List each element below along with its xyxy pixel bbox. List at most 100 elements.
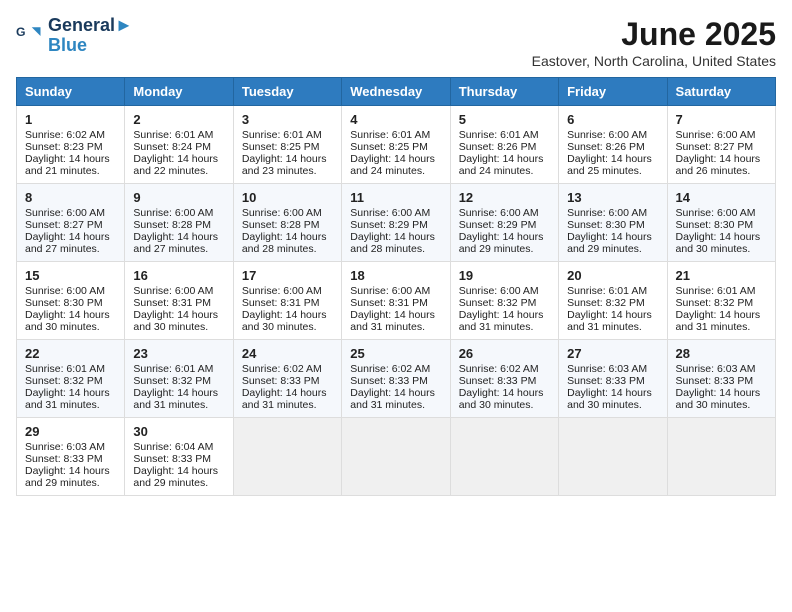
sunset-label: Sunset: 8:27 PM xyxy=(25,219,103,231)
calendar-cell: 26 Sunrise: 6:02 AM Sunset: 8:33 PM Dayl… xyxy=(450,340,558,418)
daylight-label: Daylight: 14 hours and 30 minutes. xyxy=(567,387,652,411)
daylight-label: Daylight: 14 hours and 31 minutes. xyxy=(25,387,110,411)
sunrise-label: Sunrise: 6:00 AM xyxy=(459,285,539,297)
sunset-label: Sunset: 8:30 PM xyxy=(567,219,645,231)
sunset-label: Sunset: 8:25 PM xyxy=(242,141,320,153)
sunrise-label: Sunrise: 6:02 AM xyxy=(350,363,430,375)
sunrise-label: Sunrise: 6:03 AM xyxy=(25,441,105,453)
calendar-cell: 3 Sunrise: 6:01 AM Sunset: 8:25 PM Dayli… xyxy=(233,106,341,184)
day-number: 11 xyxy=(350,190,441,205)
calendar-cell: 17 Sunrise: 6:00 AM Sunset: 8:31 PM Dayl… xyxy=(233,262,341,340)
sunset-label: Sunset: 8:33 PM xyxy=(25,453,103,465)
sunset-label: Sunset: 8:32 PM xyxy=(25,375,103,387)
calendar-cell xyxy=(233,418,341,496)
daylight-label: Daylight: 14 hours and 30 minutes. xyxy=(676,387,761,411)
daylight-label: Daylight: 14 hours and 21 minutes. xyxy=(25,153,110,177)
daylight-label: Daylight: 14 hours and 31 minutes. xyxy=(676,309,761,333)
sunset-label: Sunset: 8:24 PM xyxy=(133,141,211,153)
calendar-cell xyxy=(342,418,450,496)
daylight-label: Daylight: 14 hours and 25 minutes. xyxy=(567,153,652,177)
daylight-label: Daylight: 14 hours and 30 minutes. xyxy=(25,309,110,333)
daylight-label: Daylight: 14 hours and 30 minutes. xyxy=(242,309,327,333)
calendar-week: 15 Sunrise: 6:00 AM Sunset: 8:30 PM Dayl… xyxy=(17,262,776,340)
calendar-header: SundayMondayTuesdayWednesdayThursdayFrid… xyxy=(17,78,776,106)
day-number: 20 xyxy=(567,268,658,283)
sunset-label: Sunset: 8:32 PM xyxy=(567,297,645,309)
daylight-label: Daylight: 14 hours and 23 minutes. xyxy=(242,153,327,177)
svg-text:G: G xyxy=(16,25,26,39)
calendar-cell: 6 Sunrise: 6:00 AM Sunset: 8:26 PM Dayli… xyxy=(559,106,667,184)
day-number: 22 xyxy=(25,346,116,361)
calendar-cell: 28 Sunrise: 6:03 AM Sunset: 8:33 PM Dayl… xyxy=(667,340,775,418)
calendar-cell: 23 Sunrise: 6:01 AM Sunset: 8:32 PM Dayl… xyxy=(125,340,233,418)
calendar-cell: 5 Sunrise: 6:01 AM Sunset: 8:26 PM Dayli… xyxy=(450,106,558,184)
daylight-label: Daylight: 14 hours and 24 minutes. xyxy=(459,153,544,177)
sunset-label: Sunset: 8:32 PM xyxy=(459,297,537,309)
logo: G General► Blue xyxy=(16,16,133,56)
sunrise-label: Sunrise: 6:00 AM xyxy=(133,285,213,297)
daylight-label: Daylight: 14 hours and 28 minutes. xyxy=(242,231,327,255)
calendar-cell: 30 Sunrise: 6:04 AM Sunset: 8:33 PM Dayl… xyxy=(125,418,233,496)
daylight-label: Daylight: 14 hours and 27 minutes. xyxy=(25,231,110,255)
weekday-header: Monday xyxy=(125,78,233,106)
daylight-label: Daylight: 14 hours and 31 minutes. xyxy=(350,309,435,333)
sunrise-label: Sunrise: 6:00 AM xyxy=(459,207,539,219)
sunrise-label: Sunrise: 6:01 AM xyxy=(242,129,322,141)
sunrise-label: Sunrise: 6:01 AM xyxy=(459,129,539,141)
sunrise-label: Sunrise: 6:00 AM xyxy=(350,285,430,297)
calendar-cell: 25 Sunrise: 6:02 AM Sunset: 8:33 PM Dayl… xyxy=(342,340,450,418)
calendar-cell: 14 Sunrise: 6:00 AM Sunset: 8:30 PM Dayl… xyxy=(667,184,775,262)
sunrise-label: Sunrise: 6:01 AM xyxy=(676,285,756,297)
sunrise-label: Sunrise: 6:00 AM xyxy=(25,285,105,297)
calendar-cell: 22 Sunrise: 6:01 AM Sunset: 8:32 PM Dayl… xyxy=(17,340,125,418)
calendar-week: 1 Sunrise: 6:02 AM Sunset: 8:23 PM Dayli… xyxy=(17,106,776,184)
sunrise-label: Sunrise: 6:00 AM xyxy=(25,207,105,219)
sunset-label: Sunset: 8:33 PM xyxy=(242,375,320,387)
daylight-label: Daylight: 14 hours and 24 minutes. xyxy=(350,153,435,177)
sunrise-label: Sunrise: 6:00 AM xyxy=(567,207,647,219)
day-number: 25 xyxy=(350,346,441,361)
calendar-cell: 2 Sunrise: 6:01 AM Sunset: 8:24 PM Dayli… xyxy=(125,106,233,184)
daylight-label: Daylight: 14 hours and 31 minutes. xyxy=(350,387,435,411)
sunrise-label: Sunrise: 6:01 AM xyxy=(25,363,105,375)
main-title: June 2025 xyxy=(532,16,776,53)
sunset-label: Sunset: 8:25 PM xyxy=(350,141,428,153)
sunrise-label: Sunrise: 6:02 AM xyxy=(25,129,105,141)
sunset-label: Sunset: 8:30 PM xyxy=(25,297,103,309)
daylight-label: Daylight: 14 hours and 31 minutes. xyxy=(242,387,327,411)
sunrise-label: Sunrise: 6:03 AM xyxy=(567,363,647,375)
calendar-cell: 15 Sunrise: 6:00 AM Sunset: 8:30 PM Dayl… xyxy=(17,262,125,340)
calendar-cell xyxy=(667,418,775,496)
sunrise-label: Sunrise: 6:02 AM xyxy=(459,363,539,375)
weekday-header: Friday xyxy=(559,78,667,106)
calendar-cell: 27 Sunrise: 6:03 AM Sunset: 8:33 PM Dayl… xyxy=(559,340,667,418)
day-number: 4 xyxy=(350,112,441,127)
sunrise-label: Sunrise: 6:00 AM xyxy=(242,285,322,297)
sunset-label: Sunset: 8:33 PM xyxy=(676,375,754,387)
calendar-cell: 13 Sunrise: 6:00 AM Sunset: 8:30 PM Dayl… xyxy=(559,184,667,262)
day-number: 12 xyxy=(459,190,550,205)
day-number: 24 xyxy=(242,346,333,361)
daylight-label: Daylight: 14 hours and 29 minutes. xyxy=(133,465,218,489)
page-header: G General► Blue June 2025 Eastover, Nort… xyxy=(16,16,776,69)
calendar-week: 22 Sunrise: 6:01 AM Sunset: 8:32 PM Dayl… xyxy=(17,340,776,418)
sunrise-label: Sunrise: 6:01 AM xyxy=(133,129,213,141)
day-number: 23 xyxy=(133,346,224,361)
sunset-label: Sunset: 8:28 PM xyxy=(242,219,320,231)
calendar-cell: 18 Sunrise: 6:00 AM Sunset: 8:31 PM Dayl… xyxy=(342,262,450,340)
sunset-label: Sunset: 8:33 PM xyxy=(459,375,537,387)
day-number: 16 xyxy=(133,268,224,283)
daylight-label: Daylight: 14 hours and 27 minutes. xyxy=(133,231,218,255)
sunset-label: Sunset: 8:33 PM xyxy=(350,375,428,387)
calendar-cell: 19 Sunrise: 6:00 AM Sunset: 8:32 PM Dayl… xyxy=(450,262,558,340)
sunset-label: Sunset: 8:31 PM xyxy=(133,297,211,309)
calendar-cell: 21 Sunrise: 6:01 AM Sunset: 8:32 PM Dayl… xyxy=(667,262,775,340)
daylight-label: Daylight: 14 hours and 31 minutes. xyxy=(133,387,218,411)
daylight-label: Daylight: 14 hours and 29 minutes. xyxy=(567,231,652,255)
sunset-label: Sunset: 8:29 PM xyxy=(350,219,428,231)
daylight-label: Daylight: 14 hours and 29 minutes. xyxy=(25,465,110,489)
title-block: June 2025 Eastover, North Carolina, Unit… xyxy=(532,16,776,69)
daylight-label: Daylight: 14 hours and 31 minutes. xyxy=(459,309,544,333)
sunrise-label: Sunrise: 6:00 AM xyxy=(676,129,756,141)
calendar-cell: 10 Sunrise: 6:00 AM Sunset: 8:28 PM Dayl… xyxy=(233,184,341,262)
